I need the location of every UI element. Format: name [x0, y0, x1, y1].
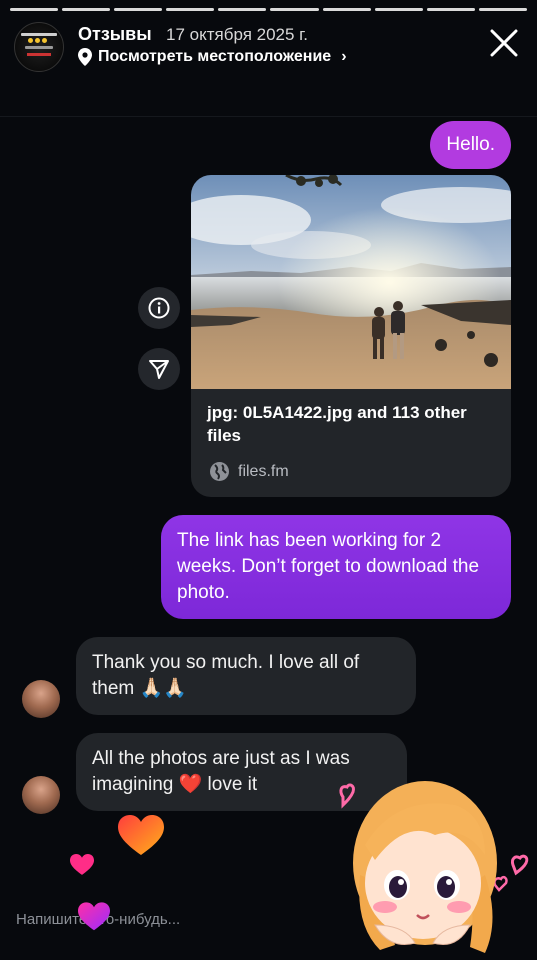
message-hello: Hello. [430, 121, 511, 169]
file-site: files.fm [209, 461, 289, 482]
close-icon[interactable] [487, 26, 521, 60]
site-label: files.fm [238, 462, 289, 480]
anime-girl-sticker [339, 781, 529, 953]
file-share-card[interactable]: jpg: 0L5A1422.jpg and 113 other files fi… [191, 175, 511, 497]
file-name: jpg: 0L5A1422.jpg and 113 other files [207, 403, 467, 445]
story-title[interactable]: Отзывы [78, 24, 152, 45]
highlight-avatar[interactable] [14, 22, 64, 72]
beach-photo [191, 175, 511, 389]
avatar[interactable] [22, 776, 60, 814]
progress-segment [270, 8, 319, 11]
pink-heart-sticker [70, 854, 94, 875]
story-header: Отзывы 17 октября 2025 г. Посмотреть мес… [14, 22, 523, 72]
story-progress [10, 8, 527, 11]
info-button[interactable] [138, 287, 180, 329]
progress-segment [62, 8, 111, 11]
story-date: 17 октября 2025 г. [166, 25, 309, 44]
globe-icon [210, 462, 229, 481]
share-button[interactable] [138, 348, 180, 390]
orange-heart-sticker [118, 815, 164, 855]
location-pin-icon [78, 48, 92, 66]
divider [0, 116, 537, 117]
progress-segment [426, 8, 475, 11]
avatar[interactable] [22, 680, 60, 718]
progress-segment [114, 8, 163, 11]
progress-segment [218, 8, 267, 11]
progress-segment [374, 8, 423, 11]
progress-segment [166, 8, 215, 11]
share-icon [149, 360, 169, 379]
info-icon [148, 297, 170, 319]
message-thanks: Thank you so much. I love all of them 🙏🏻… [76, 637, 416, 715]
progress-segment [478, 8, 527, 11]
message-link-info: The link has been working for 2 weeks. D… [161, 515, 511, 619]
location-link[interactable]: Посмотреть местоположение › [78, 48, 347, 66]
chevron-right-icon: › [341, 48, 347, 65]
progress-segment [322, 8, 371, 11]
progress-segment [10, 8, 59, 11]
purple-heart-sticker [78, 902, 110, 931]
location-label: Посмотреть местоположение [98, 48, 332, 65]
